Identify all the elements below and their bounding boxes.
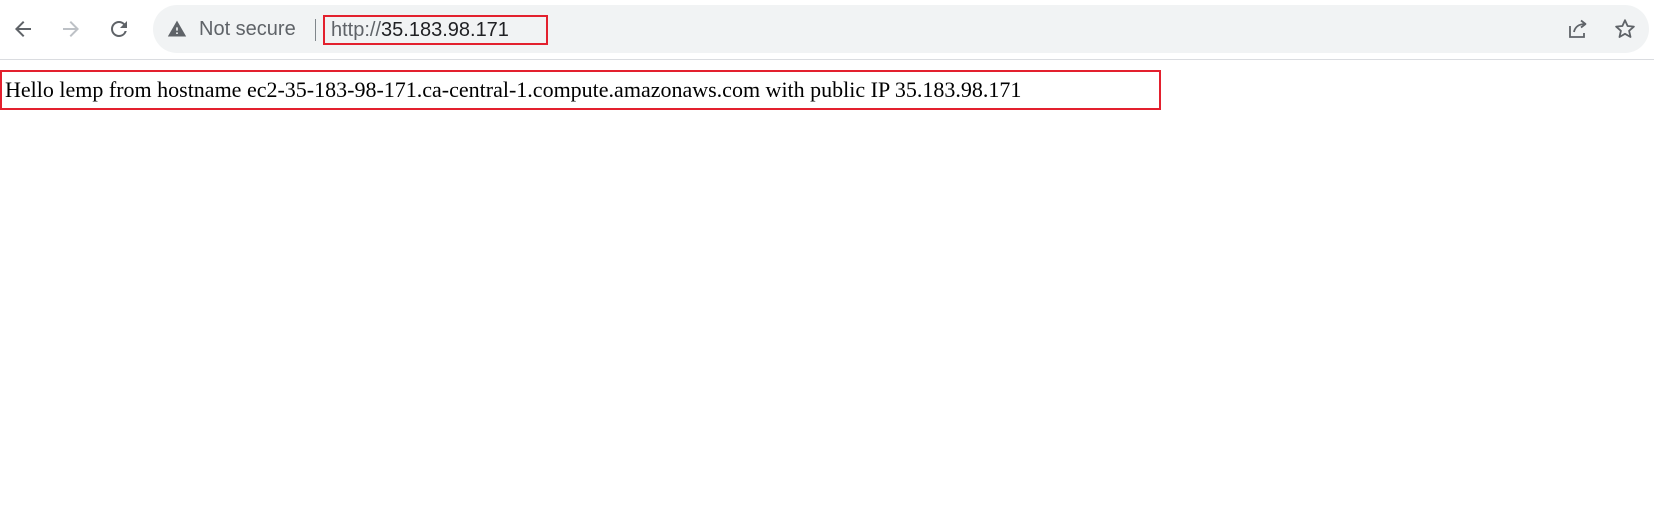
security-label: Not secure: [199, 17, 296, 40]
share-button[interactable]: [1562, 13, 1594, 45]
address-divider: [315, 19, 316, 41]
page-body-text: Hello lemp from hostname ec2-35-183-98-1…: [0, 70, 1161, 110]
reload-icon: [111, 21, 127, 37]
url-host: 35.183.98.171: [381, 18, 509, 41]
security-indicator[interactable]: Not secure: [167, 5, 296, 53]
bookmark-button[interactable]: [1609, 13, 1641, 45]
share-icon: [1569, 19, 1587, 38]
back-button[interactable]: [5, 11, 41, 47]
forward-arrow-icon: [63, 21, 79, 37]
star-icon: [1615, 19, 1635, 38]
back-arrow-icon: [15, 21, 31, 37]
url-field[interactable]: http://35.183.98.171: [323, 15, 548, 45]
browser-toolbar: Not secure http://35.183.98.171: [0, 0, 1654, 60]
url-scheme: http://: [331, 18, 382, 41]
warning-triangle-icon: [167, 20, 187, 37]
forward-button[interactable]: [53, 11, 89, 47]
reload-button[interactable]: [101, 11, 137, 47]
address-bar[interactable]: Not secure http://35.183.98.171: [153, 5, 1649, 53]
